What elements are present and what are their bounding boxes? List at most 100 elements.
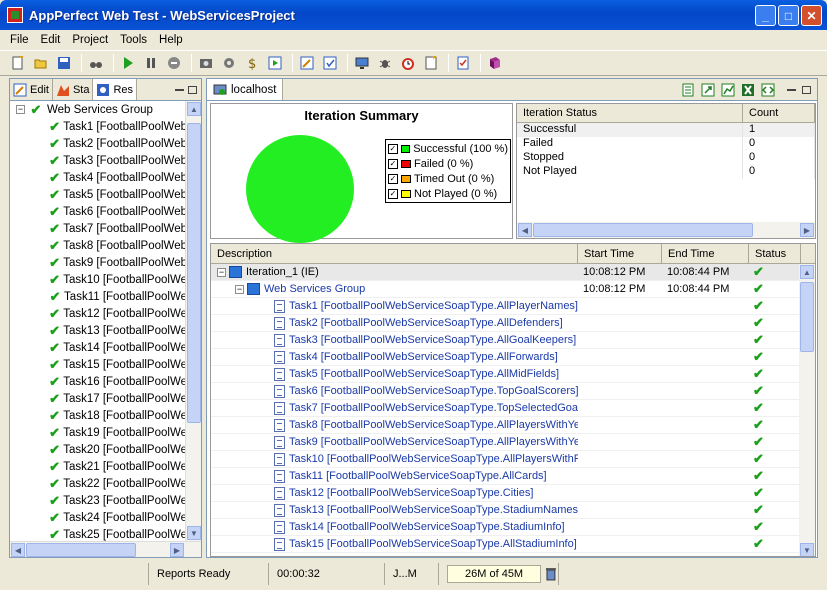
collapse-icon[interactable]: − [217,267,226,277]
monitor-button[interactable] [352,53,372,73]
tab-localhost[interactable]: localhost [207,79,284,100]
column-header-description[interactable]: Description [211,244,578,263]
h-scroll-thumb[interactable] [533,223,753,237]
stop-button[interactable] [164,53,184,73]
tree-item[interactable]: ✔ Task19 [FootballPoolWe [10,424,187,441]
save-button[interactable] [54,53,74,73]
tree-item[interactable]: ✔ Task18 [FootballPoolWe [10,407,187,424]
play-button[interactable] [118,53,138,73]
tree-item[interactable]: ✔ Task15 [FootballPoolWe [10,356,187,373]
tree-root[interactable]: − ✔ Web Services Group [10,101,187,118]
column-header-count[interactable]: Count [743,104,815,122]
collapse-icon[interactable]: − [16,105,25,114]
task-row[interactable]: Task7 [FootballPoolWebServiceSoapType.To… [211,400,801,417]
tree-item[interactable]: ✔ Task10 [FootballPoolWe [10,271,187,288]
settings-button[interactable] [219,53,239,73]
table-row[interactable]: Successful 1 [517,123,815,137]
group-row[interactable]: − Web Services Group 10:08:12 PM 10:08:4… [211,281,801,298]
table-row[interactable]: Failed 0 [517,137,815,151]
scroll-down-arrow[interactable]: ▼ [800,543,814,556]
column-header-iteration-status[interactable]: Iteration Status [517,104,743,122]
scroll-up-arrow[interactable]: ▲ [187,102,201,116]
tree-item[interactable]: ✔ Task11 [FootballPoolWe [10,288,187,305]
export-xml-icon[interactable] [761,83,775,97]
minimize-panel-icon[interactable] [175,88,184,91]
tree-item[interactable]: ✔ Task16 [FootballPoolWe [10,373,187,390]
task-row[interactable]: Task11 [FootballPoolWebServiceSoapType.A… [211,468,801,485]
tree-item[interactable]: ✔ Task23 [FootballPoolWe [10,492,187,509]
tree-item[interactable]: ✔ Task1 [FootballPoolWeb [10,118,187,135]
tree-item[interactable]: ✔ Task13 [FootballPoolWe [10,322,187,339]
export-html-icon[interactable] [701,83,715,97]
menu-tools[interactable]: Tools [114,34,153,46]
new-project-button[interactable] [8,53,28,73]
collapse-icon[interactable]: − [235,284,244,294]
task-row[interactable]: Task5 [FootballPoolWebServiceSoapType.Al… [211,366,801,383]
run-script-button[interactable] [265,53,285,73]
tree-item[interactable]: ✔ Task24 [FootballPoolWe [10,509,187,526]
tree-item[interactable]: ✔ Task9 [FootballPoolWeb [10,254,187,271]
column-header-start-time[interactable]: Start Time [578,244,662,263]
tab-edit[interactable]: Edit [10,79,53,100]
table-row[interactable]: Not Played 0 [517,165,815,179]
tree-item[interactable]: ✔ Task21 [FootballPoolWe [10,458,187,475]
legend-checkbox[interactable]: ✓ [388,173,398,184]
scroll-right-arrow[interactable]: ▶ [800,223,814,237]
column-header-end-time[interactable]: End Time [662,244,749,263]
scroll-down-arrow[interactable]: ▼ [187,526,201,540]
table-row[interactable]: Stopped 0 [517,151,815,165]
legend-checkbox[interactable]: ✓ [388,188,398,199]
iteration-row[interactable]: − Iteration_1 (IE) 10:08:12 PM 10:08:44 … [211,264,801,281]
scroll-up-arrow[interactable]: ▲ [800,265,814,279]
tree-item[interactable]: ✔ Task3 [FootballPoolWeb [10,152,187,169]
script-button[interactable]: $ [242,53,262,73]
legend-checkbox[interactable]: ✓ [388,158,398,169]
checklist-button[interactable] [453,53,473,73]
properties-button[interactable] [320,53,340,73]
column-header-status[interactable]: Status [749,244,801,263]
tree-item[interactable]: ✔ Task14 [FootballPoolWe [10,339,187,356]
open-project-button[interactable] [31,53,51,73]
task-row[interactable]: Task14 [FootballPoolWebServiceSoapType.S… [211,519,801,536]
tree-item[interactable]: ✔ Task8 [FootballPoolWeb [10,237,187,254]
tree-item[interactable]: ✔ Task5 [FootballPoolWeb [10,186,187,203]
record-button[interactable] [196,53,216,73]
scroll-right-arrow[interactable]: ▶ [170,543,184,557]
maximize-button[interactable]: □ [778,5,799,26]
task-row[interactable]: Task6 [FootballPoolWebServiceSoapType.To… [211,383,801,400]
maximize-panel-icon[interactable] [188,85,197,94]
edit-button[interactable] [297,53,317,73]
tab-statistics[interactable]: Sta [53,79,94,100]
maximize-editor-icon[interactable] [802,85,811,94]
pause-button[interactable] [141,53,161,73]
legend-checkbox[interactable]: ✓ [388,143,398,154]
task-row[interactable]: Task4 [FootballPoolWebServiceSoapType.Al… [211,349,801,366]
task-row[interactable]: Task13 [FootballPoolWebServiceSoapType.S… [211,502,801,519]
h-scroll-thumb[interactable] [26,543,136,557]
results-vertical-scrollbar[interactable]: ▲ ▼ [799,264,815,556]
left-vertical-scrollbar[interactable]: ▲ ▼ [185,101,201,541]
task-row[interactable]: Task15 [FootballPoolWebServiceSoapType.A… [211,536,801,553]
minimize-button[interactable]: _ [755,5,776,26]
scroll-thumb[interactable] [800,282,814,352]
task-row[interactable]: Task8 [FootballPoolWebServiceSoapType.Al… [211,417,801,434]
tab-results[interactable]: Res [93,79,138,100]
tree-item[interactable]: ✔ Task2 [FootballPoolWeb [10,135,187,152]
tree-item[interactable]: ✔ Task22 [FootballPoolWe [10,475,187,492]
report-button[interactable] [421,53,441,73]
garbage-collect-icon[interactable] [544,567,558,581]
status-table-scrollbar[interactable]: ◀ ▶ [517,222,815,238]
tree-item[interactable]: ✔ Task7 [FootballPoolWeb [10,220,187,237]
close-button[interactable]: ✕ [801,5,822,26]
minimize-editor-icon[interactable] [787,88,796,91]
menu-edit[interactable]: Edit [35,34,67,46]
export-report-icon[interactable] [681,83,695,97]
tree-item[interactable]: ✔ Task4 [FootballPoolWeb [10,169,187,186]
help-button[interactable] [485,53,505,73]
menu-project[interactable]: Project [66,34,114,46]
export-excel-icon[interactable] [741,83,755,97]
tree-item[interactable]: ✔ Task25 [FootballPoolWe [10,526,187,542]
scroll-left-arrow[interactable]: ◀ [518,223,532,237]
task-row[interactable]: Task9 [FootballPoolWebServiceSoapType.Al… [211,434,801,451]
task-row[interactable]: Task2 [FootballPoolWebServiceSoapType.Al… [211,315,801,332]
